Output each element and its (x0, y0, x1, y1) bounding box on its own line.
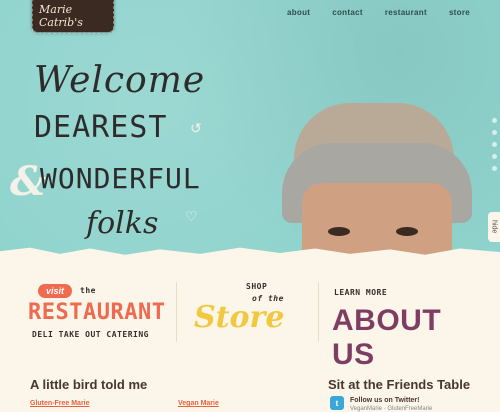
portrait-image (270, 95, 480, 258)
hide-toggle[interactable]: hide (488, 212, 500, 242)
logo-text: Marie Catrib's (32, 0, 114, 34)
cta-store-title: Store (194, 300, 285, 335)
divider (318, 282, 319, 342)
follow-sub: VeganMarie · GlutenFreeMarie (350, 406, 433, 412)
logo[interactable]: Marie Catrib's (32, 0, 114, 34)
cta-restaurant-the: the (80, 286, 96, 295)
portrait-eye-left (328, 227, 350, 236)
nav-restaurant[interactable]: restaurant (385, 8, 427, 17)
main-nav: about contact restaurant store (287, 8, 470, 17)
cta-about[interactable]: LEARN MORE ABOUT US (328, 282, 473, 371)
hero-folks: folks (86, 206, 159, 241)
cta-store-shop: SHOP (246, 282, 268, 291)
cta-about-title: ABOUT US (332, 304, 442, 371)
friends-heading: Sit at the Friends Table (328, 377, 471, 392)
divider (176, 282, 177, 342)
follow-text[interactable]: Follow us on Twitter! (350, 397, 419, 404)
cta-store[interactable]: SHOP of the Store (190, 282, 305, 352)
nav-store[interactable]: store (449, 8, 470, 17)
hero-wonderful: WONDERFUL (40, 162, 201, 195)
nav-about[interactable]: about (287, 8, 310, 17)
cta-about-learn: LEARN MORE (334, 288, 388, 297)
heart-icon: ♡ (185, 208, 198, 224)
portrait-eye-right (396, 227, 418, 236)
link-vegan[interactable]: Vegan Marie (178, 400, 219, 407)
slider-dot[interactable] (492, 130, 497, 135)
hero-welcome: Welcome (34, 60, 206, 101)
nav-contact[interactable]: contact (332, 8, 363, 17)
slider-dot[interactable] (492, 166, 497, 171)
slider-dot[interactable] (492, 118, 497, 123)
slider-dot[interactable] (492, 154, 497, 159)
arrow-icon: ↺ (190, 120, 202, 136)
hero-banner: Marie Catrib's about contact restaurant … (0, 0, 500, 258)
bird-heading: A little bird told me (30, 377, 148, 392)
twitter-icon[interactable]: t (330, 396, 344, 410)
slider-dot[interactable] (492, 142, 497, 147)
hero-dearest: DEAREST (34, 110, 168, 145)
cta-restaurant-sub: DELI TAKE OUT CATERING (32, 330, 149, 339)
link-gluten-free[interactable]: Gluten-Free Marie (30, 400, 90, 407)
cta-restaurant[interactable]: visit the RESTAURANT DELI TAKE OUT CATER… (28, 282, 168, 352)
slider-dots (492, 118, 497, 171)
portrait-skin (302, 183, 452, 258)
cta-restaurant-title: RESTAURANT (28, 300, 166, 325)
visit-badge: visit (38, 284, 72, 298)
